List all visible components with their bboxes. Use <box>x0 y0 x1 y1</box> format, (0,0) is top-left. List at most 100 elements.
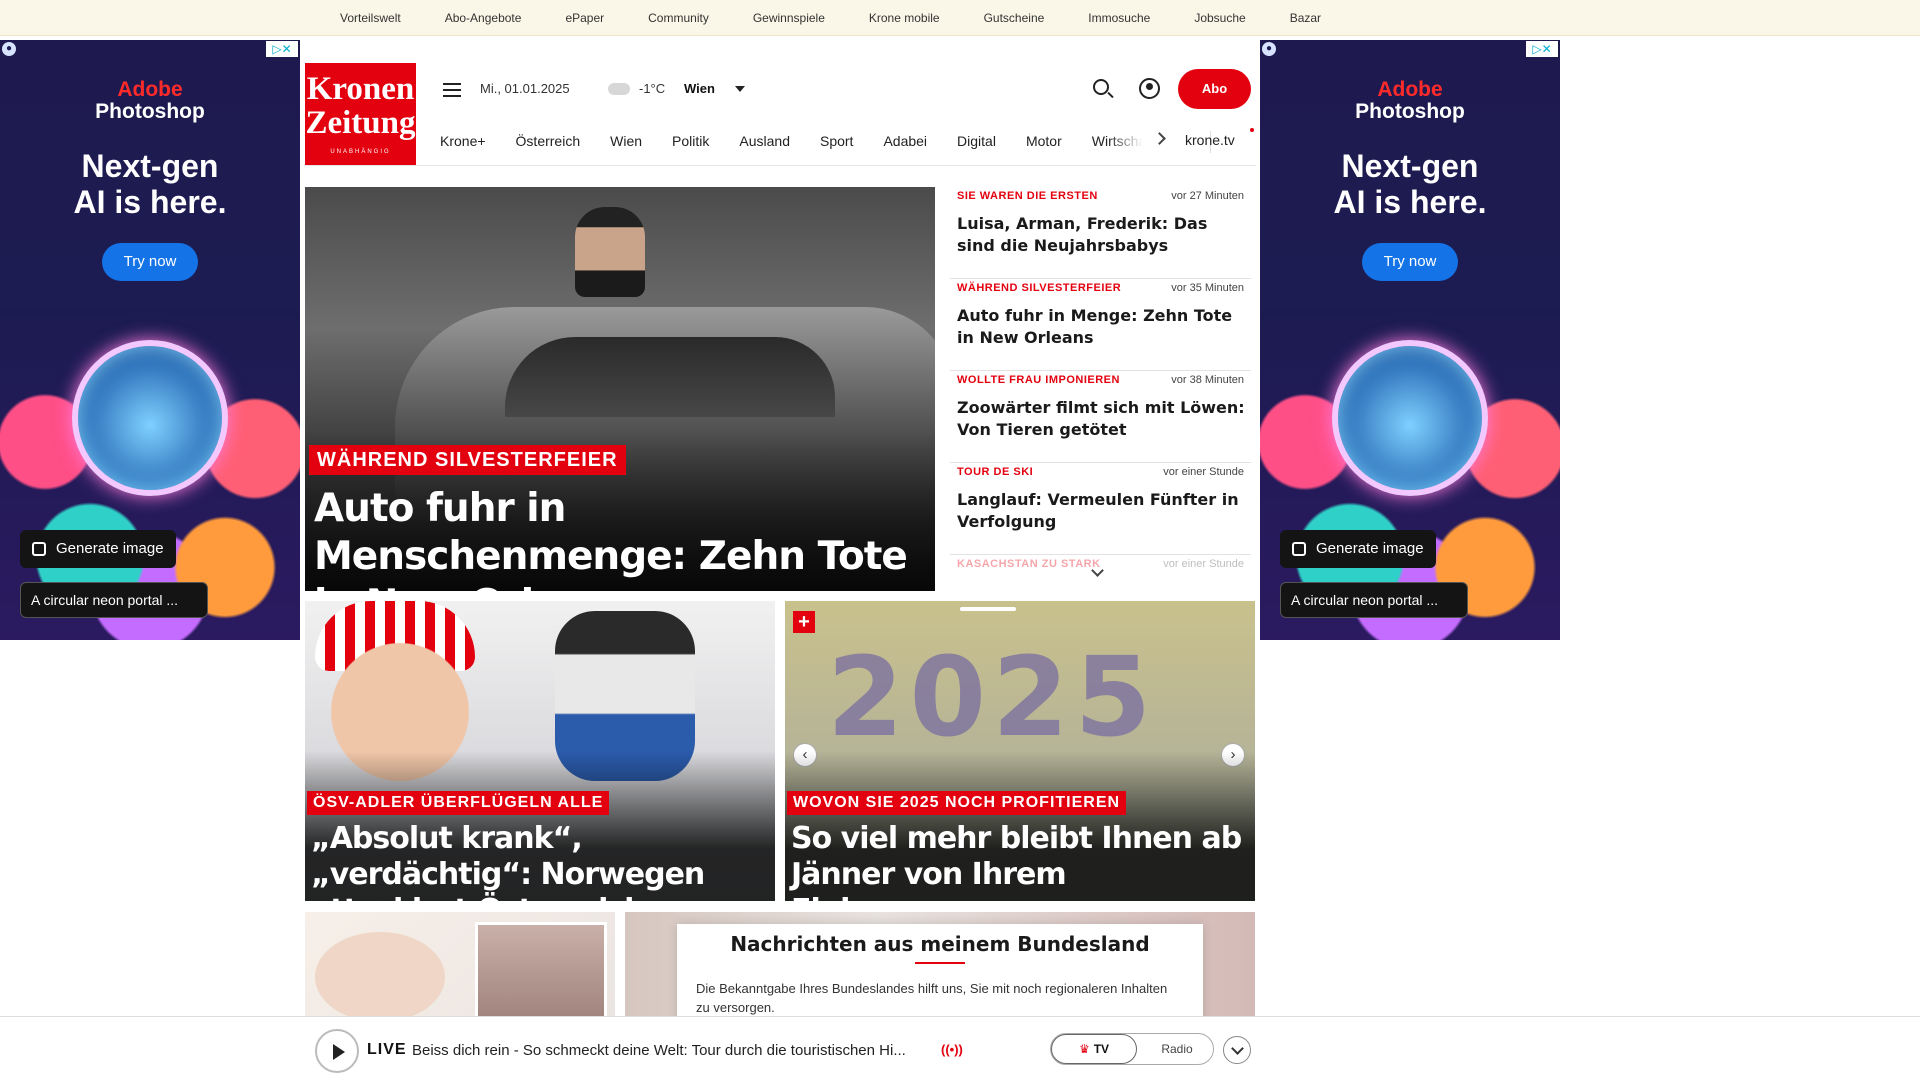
news-kicker: WOLLTE FRAU IMPONIEREN <box>957 374 1120 386</box>
utility-link[interactable]: Abo-Angebote <box>445 11 522 25</box>
utility-link[interactable]: Vorteilswelt <box>340 11 401 25</box>
nav-item[interactable]: Ausland <box>739 133 790 149</box>
crown-icon: ♛ <box>1078 1042 1090 1056</box>
article-card-carousel[interactable]: 2025 + ‹ › WOVON SIE 2025 NOCH PROFITIER… <box>785 601 1255 901</box>
ad-try-now-button[interactable]: Try now <box>102 243 198 281</box>
popup-description: Die Bekanntgabe Ihres Bundeslandes hilft… <box>696 981 1168 1015</box>
popup-title: Nachrichten aus meinem Bundesland <box>730 932 1150 956</box>
utility-link[interactable]: Bazar <box>1290 11 1321 25</box>
main-navigation: Krone+ Österreich Wien Politik Ausland S… <box>428 125 1256 163</box>
ad-brand-photoshop: Photoshop <box>1355 100 1465 123</box>
nav-krone-tv[interactable]: krone.tv <box>1185 132 1235 148</box>
adchoices-icon[interactable]: ▷✕ <box>266 41 298 57</box>
news-headline[interactable]: Luisa, Arman, Frederik: Das sind die Neu… <box>957 213 1247 257</box>
logo-line: Zeitung <box>305 105 416 141</box>
ad-portal-artwork <box>1332 340 1488 496</box>
radio-tab[interactable]: Radio <box>1141 1034 1213 1064</box>
user-account-icon[interactable] <box>1139 78 1160 99</box>
ad-generate-image-button[interactable]: Generate image <box>20 530 176 568</box>
temperature: -1°C <box>639 81 666 96</box>
article-card[interactable]: ÖSV-ADLER ÜBERFLÜGELN ALLE „Absolut kran… <box>305 601 775 901</box>
news-time: vor 35 Minuten <box>1171 282 1244 294</box>
news-list-item[interactable]: SIE WAREN DIE ERSTEN vor 27 Minuten Luis… <box>950 187 1251 279</box>
live-label: LIVE <box>367 1041 407 1058</box>
utility-link[interactable]: Community <box>648 11 709 25</box>
news-headline[interactable]: Auto fuhr in Menge: Zehn Tote in New Orl… <box>957 305 1247 349</box>
ad-headline-line: Next-gen <box>1341 148 1479 184</box>
hero-image-window <box>505 337 835 417</box>
tv-tab[interactable]: ♛ TV <box>1051 1034 1137 1064</box>
adchoices-icon[interactable]: ▷✕ <box>1526 41 1558 57</box>
nav-item[interactable]: Politik <box>672 133 709 149</box>
utility-link[interactable]: ePaper <box>565 11 604 25</box>
ad-prompt-field[interactable]: A circular neon portal ... <box>20 582 208 618</box>
card-title[interactable]: „Absolut krank“, „verdächtig“: Norwegen … <box>311 821 775 901</box>
carousel-indicator <box>960 607 1016 611</box>
news-kicker: KASACHSTAN ZU STARK <box>957 558 1101 570</box>
hero-title[interactable]: Auto fuhr in Menschenmenge: Zehn Tote in… <box>314 485 924 591</box>
nav-item[interactable]: Motor <box>1026 133 1062 149</box>
image-sparkle-icon <box>32 542 46 556</box>
news-list-item[interactable]: WÄHREND SILVESTERFEIER vor 35 Minuten Au… <box>950 279 1251 371</box>
right-ad-banner[interactable]: ● ▷✕ Adobe Photoshop Next-gen AI is here… <box>1260 40 1560 640</box>
expand-chevron-icon[interactable] <box>1223 1036 1251 1064</box>
utility-link[interactable]: Jobsuche <box>1194 11 1245 25</box>
ad-try-now-button[interactable]: Try now <box>1362 243 1458 281</box>
news-headline[interactable]: Langlauf: Vermeulen Fünfter in Verfolgun… <box>957 489 1247 533</box>
live-player-bar: LIVE Beiss dich rein - So schmeckt deine… <box>0 1016 1920 1080</box>
news-list-item[interactable]: WOLLTE FRAU IMPONIEREN vor 38 Minuten Zo… <box>950 371 1251 463</box>
nav-item[interactable]: Digital <box>957 133 996 149</box>
ad-generate-label: Generate image <box>1316 540 1424 557</box>
search-icon[interactable] <box>1093 79 1109 95</box>
ad-generate-image-button[interactable]: Generate image <box>1280 530 1436 568</box>
live-dot-indicator <box>1250 128 1254 132</box>
hero-kicker: WÄHREND SILVESTERFEIER <box>309 445 626 475</box>
tv-radio-toggle[interactable]: ♛ TV Radio <box>1050 1033 1214 1065</box>
current-date: Mi., 01.01.2025 <box>480 81 570 96</box>
nav-item[interactable]: Österreich <box>516 133 581 149</box>
utility-link[interactable]: Immosuche <box>1088 11 1150 25</box>
broadcast-icon: ((•)) <box>941 1042 963 1057</box>
utility-links: Vorteilswelt Abo-Angebote ePaper Communi… <box>340 0 1365 36</box>
utility-link[interactable]: Gutscheine <box>984 11 1045 25</box>
hamburger-menu-icon[interactable] <box>443 83 461 97</box>
kronen-zeitung-logo[interactable]: Kronen Zeitung UNABHÄNGIG <box>305 63 416 166</box>
ad-headline: Next-gen AI is here. <box>0 148 300 220</box>
card-kicker: WOVON SIE 2025 NOCH PROFITIEREN <box>787 791 1127 815</box>
news-headline[interactable]: Zoowärter filmt sich mit Löwen: Von Tier… <box>957 397 1247 441</box>
nav-item[interactable]: Wien <box>610 133 642 149</box>
news-kicker: SIE WAREN DIE ERSTEN <box>957 190 1098 202</box>
ad-brand-adobe: Adobe <box>1377 78 1443 101</box>
nav-item[interactable]: Adabei <box>883 133 927 149</box>
ad-prompt-field[interactable]: A circular neon portal ... <box>1280 582 1468 618</box>
nav-item[interactable]: Krone+ <box>440 133 486 149</box>
abo-button[interactable]: Abo <box>1178 69 1251 109</box>
nav-fade <box>1108 125 1158 157</box>
utility-link[interactable]: Gewinnspiele <box>753 11 825 25</box>
cloud-weather-icon <box>608 83 630 95</box>
ad-brand-adobe: Adobe <box>117 78 183 101</box>
news-time: vor 38 Minuten <box>1171 374 1244 386</box>
ad-headline-line: AI is here. <box>1333 184 1487 220</box>
image-sparkle-icon <box>1292 542 1306 556</box>
chevron-down-icon[interactable] <box>735 86 745 92</box>
ad-portal-artwork <box>72 340 228 496</box>
ad-headline-line: Next-gen <box>81 148 219 184</box>
hero-article[interactable]: WÄHREND SILVESTERFEIER Auto fuhr in Mens… <box>305 187 935 591</box>
live-title[interactable]: Beiss dich rein - So schmeckt deine Welt… <box>412 1042 930 1059</box>
header-divider <box>305 165 1256 166</box>
latest-news-list: SIE WAREN DIE ERSTEN vor 27 Minuten Luis… <box>950 187 1251 587</box>
news-time: vor einer Stunde <box>1163 558 1244 570</box>
nav-item[interactable]: Sport <box>820 133 853 149</box>
card-image-2025-banknote: 2025 <box>827 633 1158 761</box>
news-list-item[interactable]: TOUR DE SKI vor einer Stunde Langlauf: V… <box>950 463 1251 555</box>
left-ad-banner[interactable]: ● ▷✕ Adobe Photoshop Next-gen AI is here… <box>0 40 300 640</box>
utility-link[interactable]: Krone mobile <box>869 11 940 25</box>
hero-image-officer <box>575 207 645 297</box>
city-selector[interactable]: Wien <box>684 81 715 96</box>
top-utility-bar: Vorteilswelt Abo-Angebote ePaper Communi… <box>0 0 1920 36</box>
ad-shield-icon: ● <box>1262 42 1276 56</box>
card-title[interactable]: So viel mehr bleibt Ihnen ab Jänner von … <box>791 821 1255 901</box>
play-button[interactable] <box>315 1029 359 1073</box>
krone-plus-badge: + <box>793 611 815 633</box>
